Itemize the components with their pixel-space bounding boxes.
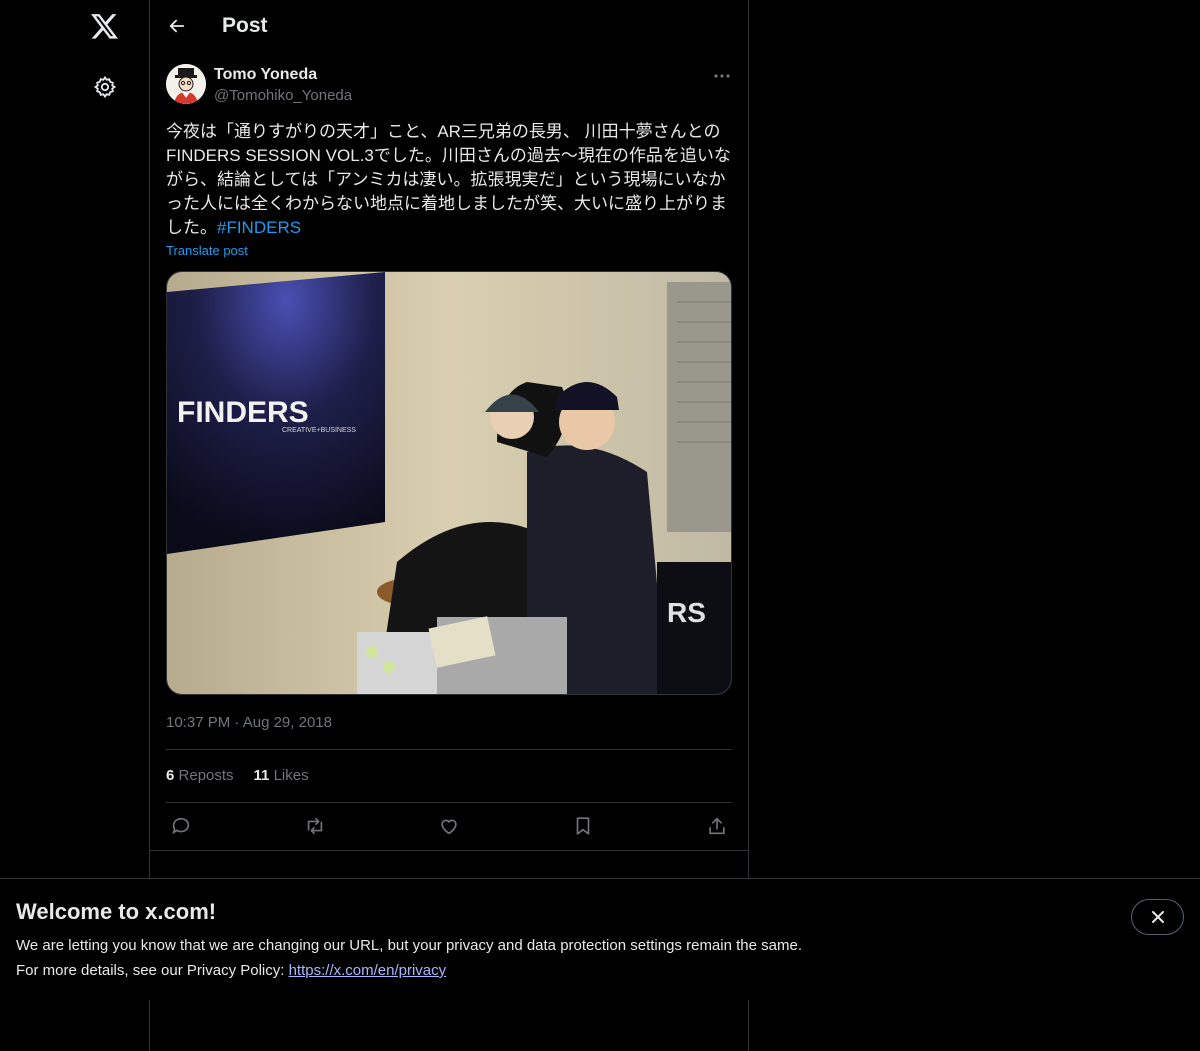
share-button[interactable] (702, 812, 732, 840)
likes-count: 11 (253, 767, 270, 784)
more-dots-icon (714, 74, 730, 78)
hashtag-link[interactable]: #FINDERS (217, 218, 301, 237)
bookmark-button[interactable] (568, 812, 598, 840)
post-stats: 6 Reposts 11 Likes (166, 767, 309, 784)
like-button[interactable] (434, 812, 464, 840)
avatar[interactable] (166, 64, 206, 104)
action-bar (166, 812, 732, 840)
like-icon (441, 819, 457, 835)
photo-sign-text: FINDERS (177, 396, 309, 429)
privacy-policy-link[interactable]: https://x.com/en/privacy (289, 962, 447, 979)
reposts-stat[interactable]: 6 Reposts (166, 767, 234, 784)
post-timestamp[interactable]: 10:37 PM · Aug 29, 2018 (166, 714, 332, 731)
reply-button[interactable] (166, 812, 196, 840)
close-icon (1151, 911, 1164, 923)
reposts-label: Reposts (178, 767, 234, 784)
date-separator: · (234, 714, 240, 731)
translate-post-link[interactable]: Translate post (166, 243, 248, 258)
repost-button[interactable] (300, 812, 330, 840)
author-handle[interactable]: @Tomohiko_Yoneda (214, 87, 352, 104)
post-photo[interactable]: FINDERS CREATIVE+BUSINESS RS (166, 271, 732, 695)
gear-icon[interactable] (91, 73, 119, 101)
banner-policy-prefix: For more details, see our Privacy Policy… (16, 962, 289, 979)
photo-sign-subtext: CREATIVE+BUSINESS (282, 427, 356, 434)
bookmark-icon (576, 817, 590, 835)
banner-message: We are letting you know that we are chan… (16, 937, 802, 954)
divider (150, 850, 748, 851)
likes-stat[interactable]: 11 Likes (254, 767, 309, 784)
banner-policy-text: For more details, see our Privacy Policy… (16, 962, 446, 979)
share-icon (709, 817, 725, 835)
page-title: Post (222, 14, 268, 37)
url-change-banner: Welcome to x.com! We are letting you kno… (0, 878, 1200, 1000)
divider (166, 749, 732, 750)
post-time: 10:37 PM (166, 714, 231, 731)
banner-close-button[interactable] (1131, 899, 1184, 935)
back-button[interactable] (164, 13, 190, 39)
likes-label: Likes (273, 767, 309, 784)
post-date: Aug 29, 2018 (242, 714, 332, 731)
x-logo-icon[interactable] (89, 11, 121, 43)
post-text: 今夜は「通りすがりの天才」こと、AR三兄弟の長男、 川田十夢さんとのFINDER… (166, 120, 736, 240)
reposts-count: 6 (166, 767, 175, 784)
page-header: Post (150, 0, 748, 53)
svg-text:RS: RS (667, 597, 706, 628)
banner-title: Welcome to x.com! (16, 899, 217, 924)
repost-icon (307, 817, 323, 835)
author-name[interactable]: Tomo Yoneda (214, 66, 317, 84)
divider (166, 802, 732, 803)
reply-icon (172, 817, 190, 835)
arrow-left-icon (169, 19, 185, 33)
more-options-button[interactable] (710, 64, 734, 88)
